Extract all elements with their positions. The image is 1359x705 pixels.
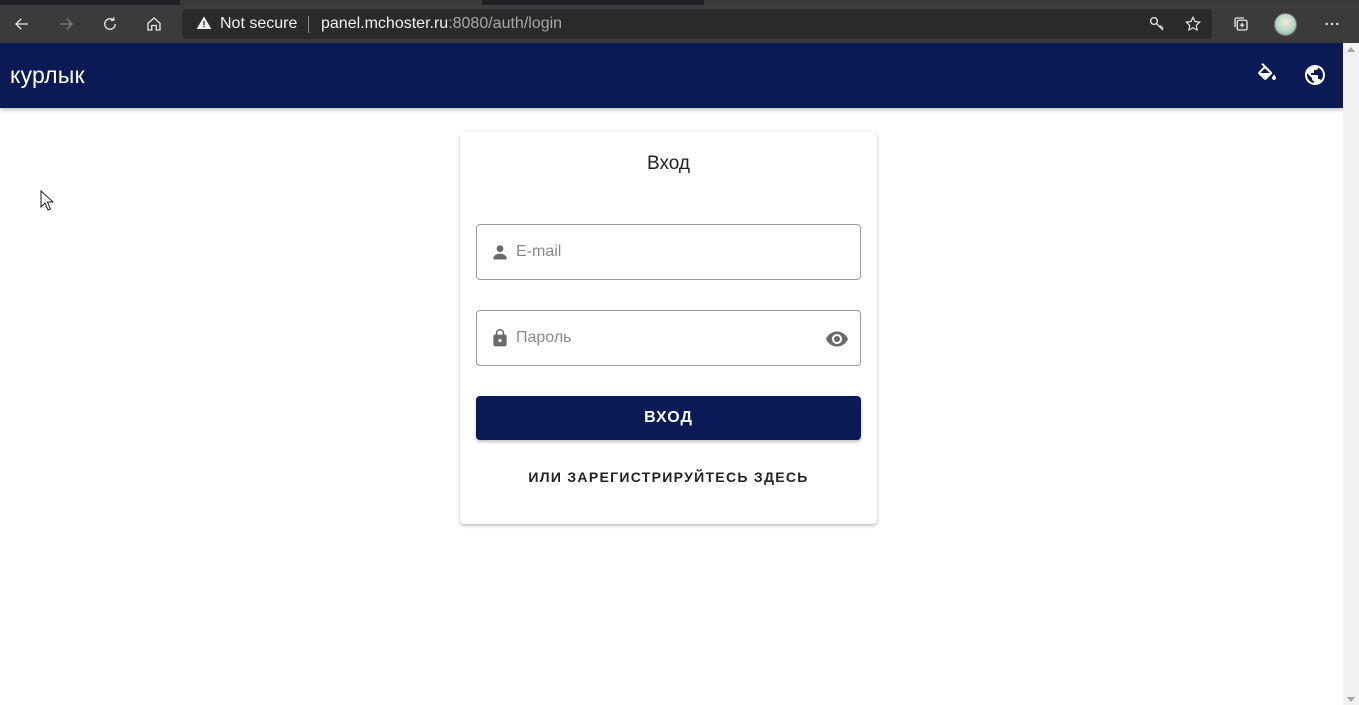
home-icon[interactable] (139, 9, 169, 39)
scroll-down-arrow[interactable] (1347, 697, 1355, 702)
email-field[interactable] (476, 224, 861, 280)
address-bar[interactable]: Not secure panel.mchoster.ru:8080/auth/l… (182, 9, 1212, 39)
key-icon[interactable] (1148, 15, 1166, 33)
lock-icon (493, 328, 507, 347)
more-menu-icon[interactable] (1320, 12, 1344, 36)
mouse-cursor-icon (40, 190, 54, 211)
register-link[interactable]: ИЛИ ЗАРЕГИСТРИРУЙТЕСЬ ЗДЕСЬ (460, 469, 877, 485)
login-title: Вход (647, 153, 690, 174)
page-scrollbar[interactable] (1343, 43, 1359, 705)
security-label[interactable]: Not secure (220, 15, 297, 33)
paint-bucket-icon[interactable] (1255, 63, 1279, 87)
person-icon (493, 245, 507, 260)
warning-icon[interactable] (196, 15, 212, 31)
password-field[interactable] (476, 310, 861, 366)
login-card: Вход ВХОД ИЛИ ЗАРЕГИСТРИРУЙТЕСЬ ЗДЕСЬ (460, 132, 877, 524)
refresh-icon[interactable] (95, 9, 125, 39)
url-path: :8080/auth/login (448, 15, 563, 32)
url-host: panel.mchoster.ru (321, 15, 449, 32)
login-button[interactable]: ВХОД (476, 396, 861, 440)
url-text[interactable]: panel.mchoster.ru:8080/auth/login (321, 15, 562, 33)
globe-icon[interactable] (1303, 63, 1327, 87)
app-brand[interactable]: курлык (10, 62, 85, 89)
favorite-star-icon[interactable] (1184, 15, 1202, 33)
browser-toolbar: Not secure panel.mchoster.ru:8080/auth/l… (0, 5, 1359, 43)
collections-icon[interactable] (1229, 12, 1253, 36)
email-input[interactable] (516, 239, 816, 265)
scroll-up-arrow[interactable] (1347, 47, 1355, 52)
show-password-eye-icon[interactable] (825, 327, 849, 351)
back-icon[interactable] (7, 9, 37, 39)
address-separator (308, 16, 309, 33)
forward-icon[interactable] (51, 9, 81, 39)
profile-avatar[interactable] (1274, 13, 1297, 36)
password-input[interactable] (516, 325, 816, 351)
app-header: курлык (0, 43, 1343, 108)
